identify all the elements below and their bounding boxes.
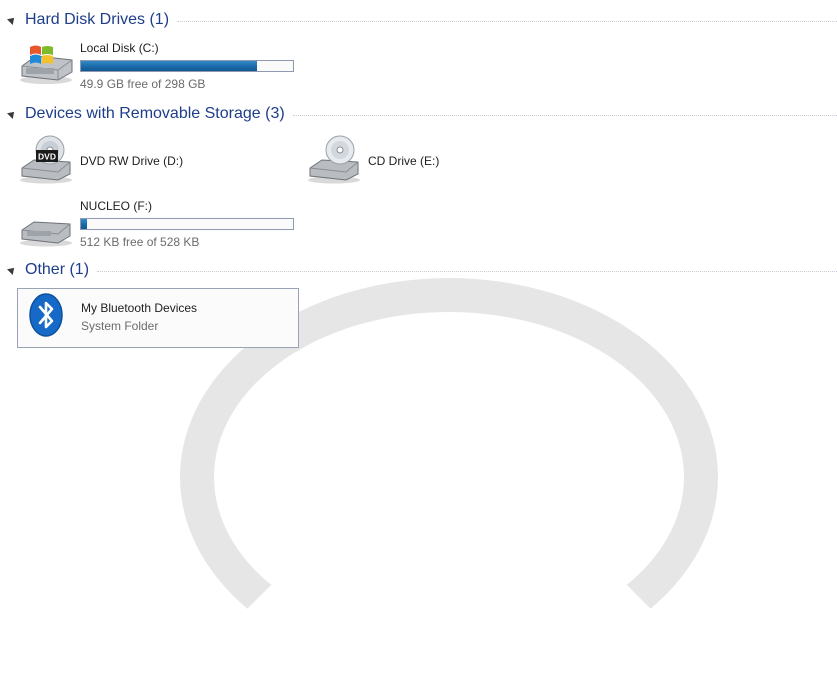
group-header-hard-disk-drives[interactable]: Hard Disk Drives (1) xyxy=(7,9,837,31)
group-header-removable-storage[interactable]: Devices with Removable Storage (3) xyxy=(7,103,837,125)
collapse-arrow-icon[interactable] xyxy=(7,109,17,119)
removable-disk-icon xyxy=(20,221,72,247)
tile-subtitle: System Folder xyxy=(81,319,159,333)
drive-name: Local Disk (C:) xyxy=(80,41,159,55)
usage-bar xyxy=(80,60,294,72)
drive-cd-e[interactable]: CD Drive (E:) xyxy=(306,134,506,186)
cd-drive-icon xyxy=(308,135,360,184)
group-title: Devices with Removable Storage (3) xyxy=(25,105,285,122)
group-divider xyxy=(292,114,837,116)
group-divider xyxy=(177,20,837,22)
drive-name: DVD RW Drive (D:) xyxy=(80,154,184,168)
tile-title: My Bluetooth Devices xyxy=(81,301,198,315)
group-title: Other (1) xyxy=(25,261,90,278)
bluetooth-icon xyxy=(29,293,63,337)
drive-name: CD Drive (E:) xyxy=(368,154,440,168)
free-space-text: 49.9 GB free of 298 GB xyxy=(80,77,206,91)
drive-local-disk-c[interactable]: Local Disk (C:) 49.9 GB free of 298 GB xyxy=(18,40,298,92)
usage-bar xyxy=(80,218,294,230)
drive-nucleo-f[interactable]: NUCLEO (F:) 512 KB free of 528 KB xyxy=(18,198,298,250)
group-divider xyxy=(97,270,837,272)
dvd-drive-icon: DVD xyxy=(20,135,72,184)
bluetooth-devices-tile[interactable]: My Bluetooth Devices System Folder xyxy=(17,288,299,348)
hard-disk-windows-icon xyxy=(20,45,73,84)
dvd-badge-label: DVD xyxy=(38,152,56,162)
usage-bar-fill xyxy=(81,61,257,71)
drive-dvd-rw-d[interactable]: DVD DVD RW Drive (D:) xyxy=(18,134,278,186)
drive-name: NUCLEO (F:) xyxy=(80,199,152,213)
group-title: Hard Disk Drives (1) xyxy=(25,11,170,28)
group-header-other[interactable]: Other (1) xyxy=(7,259,837,281)
collapse-arrow-icon[interactable] xyxy=(7,265,17,275)
collapse-arrow-icon[interactable] xyxy=(7,15,17,25)
free-space-text: 512 KB free of 528 KB xyxy=(80,235,200,249)
usage-bar-fill xyxy=(81,219,88,229)
